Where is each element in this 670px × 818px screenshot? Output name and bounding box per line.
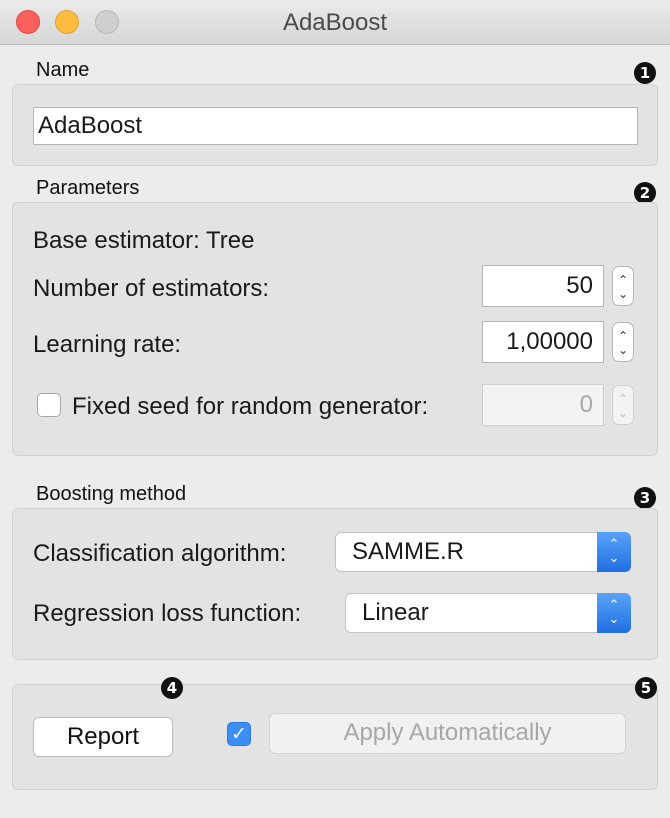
regression-loss-value: Linear	[362, 599, 429, 626]
title-bar: AdaBoost	[0, 0, 670, 45]
chevron-down-icon: ⌄	[617, 406, 629, 420]
fixed-seed-stepper[interactable]: ⌃ ⌄	[612, 385, 634, 425]
parameters-section-label: Parameters	[36, 177, 140, 199]
callout-badge-1: 1	[634, 62, 656, 84]
classification-algorithm-value: SAMME.R	[352, 538, 465, 565]
base-estimator-label: Base estimator: Tree	[33, 227, 255, 254]
chevron-down-icon[interactable]: ⌄	[613, 343, 633, 357]
updown-chevron-icon[interactable]: ⌃ ⌄	[597, 593, 631, 633]
chevron-up-icon: ⌃	[617, 392, 629, 406]
boosting-box: Classification algorithm: SAMME.R ⌃ ⌄ Re…	[12, 508, 658, 660]
learning-rate-stepper[interactable]: ⌃ ⌄	[612, 322, 634, 362]
chevron-up-icon[interactable]: ⌃	[613, 273, 633, 287]
chevron-up-icon: ⌃	[608, 598, 620, 613]
learning-rate-label: Learning rate:	[33, 331, 182, 358]
fixed-seed-checkbox[interactable]	[37, 393, 61, 417]
fixed-seed-label: Fixed seed for random generator:	[72, 393, 429, 420]
n-estimators-stepper[interactable]: ⌃ ⌄	[612, 266, 634, 306]
apply-automatically-checkbox[interactable]: ✓	[227, 722, 251, 746]
fixed-seed-spinbox[interactable]: 0	[482, 384, 604, 426]
callout-badge-3: 3	[634, 487, 656, 509]
callout-badge-2: 2	[634, 182, 656, 204]
learning-rate-spinbox[interactable]: 1,00000	[482, 321, 604, 363]
boosting-section-label: Boosting method	[36, 483, 187, 505]
classification-algorithm-select[interactable]: SAMME.R ⌃ ⌄	[335, 532, 631, 572]
footer-box: 4 5 Report ✓ Apply Automatically	[12, 677, 658, 790]
chevron-down-icon[interactable]: ⌄	[613, 287, 633, 301]
regression-loss-select[interactable]: Linear ⌃ ⌄	[345, 593, 631, 633]
callout-badge-4: 4	[161, 677, 183, 699]
n-estimators-spinbox[interactable]: 50	[482, 265, 604, 307]
classification-algorithm-label: Classification algorithm:	[33, 540, 287, 567]
chevron-up-icon: ⌃	[608, 537, 620, 552]
chevron-up-icon[interactable]: ⌃	[613, 329, 633, 343]
updown-chevron-icon[interactable]: ⌃ ⌄	[597, 532, 631, 572]
regression-loss-label: Regression loss function:	[33, 600, 302, 627]
n-estimators-label: Number of estimators:	[33, 275, 270, 302]
chevron-down-icon: ⌄	[608, 551, 620, 566]
report-button[interactable]: Report	[33, 717, 173, 757]
name-section-label: Name	[36, 59, 90, 81]
callout-badge-5: 5	[635, 677, 657, 699]
window-title: AdaBoost	[282, 9, 388, 36]
apply-automatically-button[interactable]: Apply Automatically	[269, 713, 626, 754]
parameters-box: Base estimator: Tree Number of estimator…	[12, 202, 658, 456]
name-box: AdaBoost	[12, 84, 658, 166]
name-input[interactable]: AdaBoost	[33, 107, 638, 145]
chevron-down-icon: ⌄	[608, 612, 620, 627]
